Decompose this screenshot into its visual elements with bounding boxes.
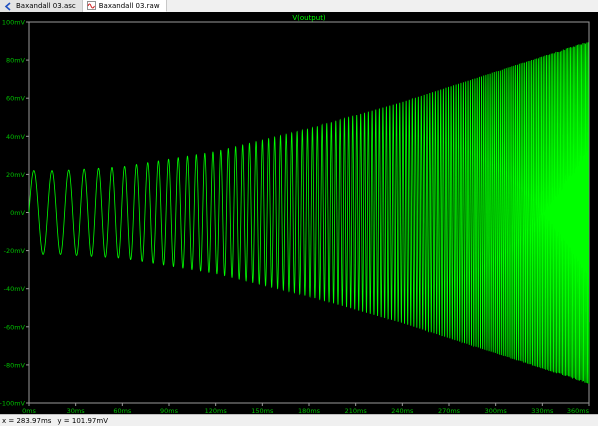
x-tick-label: 210ms [345,407,368,414]
waveform-plot-pane[interactable]: V(output) 100mV 80mV 60mV 40mV 20mV 0mV -20mV -… [0,12,598,415]
x-tick-label: 30ms [67,407,86,414]
x-axis: 0ms 30ms 60ms 90ms 120ms 150ms 180ms 210ms 240ms… [22,403,590,415]
series-line [28,42,590,384]
x-tick-label: 60ms [113,407,132,414]
x-tick-label: 300ms [485,407,508,414]
y-tick-label: -40mV [4,285,26,293]
x-tick-label: 360ms [567,407,590,414]
tab-schematic[interactable]: Baxandall 03.asc [0,0,83,12]
cursor-y-readout: y = 101.97mV [57,416,108,425]
y-tick-label: 40mV [6,133,26,141]
x-tick-label: 120ms [205,407,228,414]
tab-waveform[interactable]: Baxandall 03.raw [82,0,167,12]
status-bar: x = 283.97ms y = 101.97mV [0,414,598,426]
x-tick-label: 270ms [438,407,461,414]
y-tick-label: 20mV [6,171,26,179]
y-tick-label: -20mV [4,247,26,255]
y-tick-label: 0mV [10,209,25,217]
chart-title: V(output) [292,14,326,22]
y-tick-label: 80mV [6,57,26,65]
x-tick-label: 90ms [160,407,179,414]
y-tick-label: 100mV [2,19,26,27]
tab-waveform-label: Baxandall 03.raw [98,1,160,10]
x-tick-label: 0ms [22,407,36,414]
x-tick-label: 180ms [298,407,321,414]
x-tick-label: 330ms [531,407,554,414]
y-tick-label: -60mV [4,323,26,331]
y-axis: 100mV 80mV 60mV 40mV 20mV 0mV -20mV -40mV -60mV -… [0,19,29,408]
waveform-chart[interactable]: V(output) 100mV 80mV 60mV 40mV 20mV 0mV -20mV -… [0,12,598,415]
tab-schematic-label: Baxandall 03.asc [16,2,76,10]
y-tick-label: -80mV [4,361,26,369]
waveform-icon [86,1,96,10]
schematic-icon [4,1,11,11]
cursor-x-readout: x = 283.97ms [2,416,52,425]
x-tick-label: 150ms [251,407,274,414]
x-tick-label: 240ms [391,407,414,414]
y-tick-label: 60mV [6,95,26,103]
